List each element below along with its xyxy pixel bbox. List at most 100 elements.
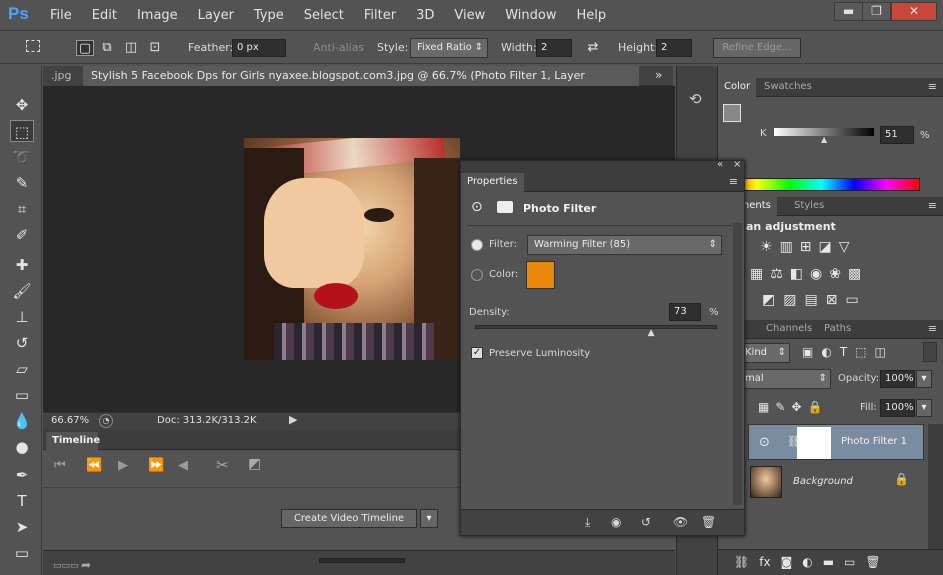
create-video-timeline-button[interactable]: Create Video Timeline — [281, 509, 417, 528]
first-frame-icon[interactable]: ⏮ — [54, 458, 66, 473]
add-mask-icon[interactable]: ◙ — [781, 555, 793, 569]
previous-frame-icon[interactable]: ⏪ — [86, 458, 102, 473]
tab-previous-document[interactable]: .jpg — [43, 66, 80, 86]
selective-color-icon[interactable]: ⊠ — [826, 292, 838, 308]
layers-scrollbar[interactable] — [928, 424, 943, 549]
tab-color[interactable]: Color — [718, 78, 757, 97]
play-icon[interactable]: ▶ — [118, 458, 128, 473]
menu-select[interactable]: Select — [294, 6, 354, 25]
filter-smart-object-icon[interactable]: ◫ — [875, 345, 886, 359]
density-input[interactable]: 73 — [669, 303, 701, 321]
timeline-frames-icon[interactable]: ▭▭▭ — [53, 561, 79, 571]
history-panel-icon[interactable]: ⟲ — [689, 90, 702, 108]
brush-tool-icon[interactable]: 🖌 — [10, 280, 34, 302]
delete-layer-icon[interactable]: 🗑 — [865, 555, 880, 569]
new-selection-icon[interactable]: ▢ — [76, 40, 94, 56]
tab-active-document[interactable]: Stylish 5 Facebook Dps for Girls nyaxee.… — [83, 66, 639, 101]
document-image[interactable] — [244, 138, 460, 360]
new-adjustment-icon[interactable]: ◐ — [802, 555, 812, 569]
timeline-options-dropdown-icon[interactable]: ▾ — [420, 509, 438, 528]
levels-icon[interactable]: ▥ — [780, 239, 793, 255]
filter-color-swatch[interactable] — [526, 261, 555, 289]
density-slider-handle[interactable]: ▲ — [648, 328, 655, 338]
lasso-tool-icon[interactable]: ➰ — [10, 146, 34, 168]
lock-pixels-icon[interactable]: ✎ — [775, 400, 785, 414]
clip-to-layer-icon[interactable]: ⤓ — [585, 515, 590, 530]
black-white-icon[interactable]: ◧ — [790, 266, 803, 282]
timeline-zoom-slider[interactable] — [319, 558, 405, 563]
tab-channels[interactable]: Channels — [760, 320, 818, 339]
more-tabs-icon[interactable]: » — [655, 68, 662, 82]
menu-help[interactable]: Help — [567, 6, 617, 25]
eyedropper-tool-icon[interactable]: ✐ — [10, 224, 34, 246]
menu-view[interactable]: View — [444, 6, 495, 25]
pen-tool-icon[interactable]: ✒ — [10, 464, 34, 486]
status-menu-arrow-icon[interactable]: ▶ — [289, 413, 297, 426]
marquee-tool-preset-icon[interactable] — [26, 40, 40, 52]
filter-radio[interactable] — [471, 239, 483, 251]
dodge-tool-icon[interactable]: ● — [10, 436, 34, 458]
color-radio[interactable] — [471, 269, 483, 281]
lock-all-icon[interactable]: 🔒 — [807, 400, 822, 414]
menu-edit[interactable]: Edit — [82, 6, 127, 25]
view-previous-state-icon[interactable]: ◉ — [611, 515, 621, 529]
subtract-selection-icon[interactable]: ◫ — [122, 40, 140, 56]
blend-mode-dropdown[interactable]: mal ⇕ — [738, 369, 831, 389]
type-tool-icon[interactable]: T — [10, 490, 34, 512]
layer-name[interactable]: Photo Filter 1 — [841, 436, 907, 447]
collapse-panel-icon[interactable]: « — [717, 159, 723, 170]
filter-adjustment-icon[interactable]: ◐ — [821, 345, 831, 359]
toggle-visibility-icon[interactable]: 👁 — [673, 515, 688, 529]
menu-image[interactable]: Image — [127, 6, 188, 25]
close-window-button[interactable]: ✕ — [891, 2, 937, 21]
hue-saturation-icon[interactable]: ▦ — [750, 266, 763, 282]
width-input[interactable]: 2 — [536, 39, 572, 57]
posterize-icon[interactable]: ▨ — [783, 292, 796, 308]
gradient-map-icon[interactable]: ▭ — [845, 292, 858, 308]
add-selection-icon[interactable]: ⧉ — [98, 40, 116, 56]
filter-dropdown[interactable]: Warming Filter (85) ⇕ — [527, 235, 722, 255]
menu-type[interactable]: Type — [244, 6, 294, 25]
layer-style-icon[interactable]: fx — [759, 555, 770, 569]
marquee-tool-icon[interactable]: ⬚ — [10, 120, 34, 142]
properties-scrollbar[interactable] — [733, 223, 742, 505]
k-slider-handle[interactable]: ▲ — [821, 135, 827, 144]
status-info-icon[interactable]: ◔ — [99, 414, 113, 428]
minimize-button[interactable]: ▬ — [834, 2, 863, 21]
path-selection-tool-icon[interactable]: ➤ — [10, 516, 34, 538]
new-group-icon[interactable]: ▬ — [823, 555, 834, 569]
delete-adjustment-icon[interactable]: 🗑 — [701, 515, 716, 529]
fill-dropdown-icon[interactable]: ▾ — [916, 399, 932, 417]
invert-icon[interactable]: ◩ — [762, 292, 775, 308]
tab-properties[interactable]: Properties — [461, 173, 524, 192]
tab-swatches[interactable]: Swatches — [758, 78, 818, 97]
filter-toggle[interactable] — [923, 342, 937, 362]
gradient-tool-icon[interactable]: ▭ — [10, 384, 34, 406]
fill-input[interactable]: 100% — [880, 399, 915, 417]
opacity-input[interactable]: 100% — [880, 370, 915, 388]
tab-paths[interactable]: Paths — [818, 320, 857, 339]
zoom-level[interactable]: 66.67% — [51, 415, 89, 426]
link-layers-icon[interactable]: ⛓ — [734, 555, 749, 569]
threshold-icon[interactable]: ▤ — [804, 292, 817, 308]
mask-mode-icon[interactable] — [497, 201, 513, 213]
exposure-icon[interactable]: ◪ — [819, 239, 832, 255]
layer-kind-filter[interactable]: Kind ⇕ — [738, 343, 790, 363]
lock-transparent-icon[interactable]: ▦ — [758, 400, 769, 414]
panel-menu-icon[interactable]: ≡ — [928, 80, 937, 93]
photoshop-logo[interactable]: Ps — [8, 4, 34, 26]
color-balance-icon[interactable]: ⚖ — [770, 266, 783, 282]
k-slider[interactable]: ▲ — [774, 128, 874, 144]
menu-3d[interactable]: 3D — [406, 6, 444, 25]
feather-input[interactable]: 0 px — [232, 39, 286, 57]
filter-shape-icon[interactable]: ⬚ — [855, 345, 866, 359]
menu-filter[interactable]: Filter — [354, 6, 406, 25]
filter-type-icon[interactable]: T — [840, 345, 847, 359]
layer-row-background[interactable]: Background 🔒 — [748, 464, 924, 500]
height-input[interactable]: 2 — [656, 39, 692, 57]
preserve-luminosity-checkbox[interactable]: ✓ — [471, 347, 483, 359]
move-tool-icon[interactable]: ✥ — [10, 94, 34, 116]
photo-filter-icon[interactable]: ◉ — [810, 266, 822, 282]
vibrance-icon[interactable]: ▽ — [839, 239, 850, 255]
clone-stamp-tool-icon[interactable]: ⊥ — [10, 306, 34, 328]
